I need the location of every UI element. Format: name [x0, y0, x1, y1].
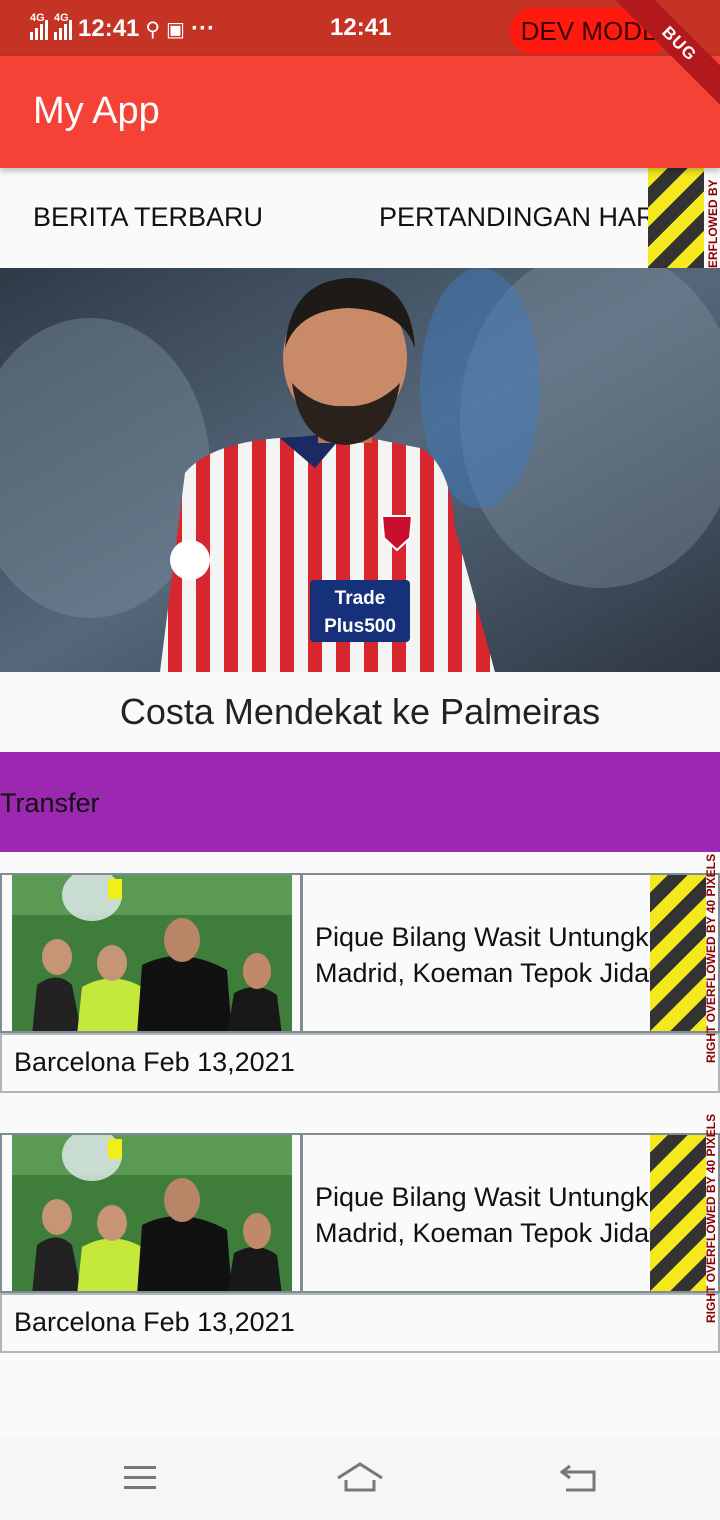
menu-icon	[124, 1466, 156, 1489]
home-icon	[337, 1462, 383, 1492]
news-meta: Barcelona Feb 13,2021	[0, 1293, 720, 1353]
status-time: 12:41	[78, 15, 140, 42]
overflow-label: RIGHT OVERFLOWED BY 40 PIXELS	[704, 853, 718, 1063]
news-card-body: Pique Bilang Wasit Untungkan Madrid, Koe…	[0, 1133, 720, 1293]
usb-icon: ⚲	[145, 18, 161, 41]
referee-photo	[12, 1135, 292, 1291]
football-player-photo: Trade Plus500	[0, 268, 720, 672]
tab-berita-terbaru[interactable]: BERITA TERBARU	[33, 202, 263, 233]
system-nav-bar	[0, 1436, 720, 1520]
news-meta-text: Barcelona Feb 13,2021	[14, 1307, 295, 1337]
news-thumbnail	[12, 1135, 292, 1291]
app-bar: My App	[0, 56, 720, 168]
overflow-label: ERFLOWED BY	[706, 179, 720, 268]
menu-button[interactable]	[110, 1456, 170, 1500]
more-notifications: ···	[190, 15, 215, 42]
signal-icon: 4G	[54, 12, 72, 40]
news-meta-text: Barcelona Feb 13,2021	[14, 1047, 295, 1077]
headline-title[interactable]: Costa Mendekat ke Palmeiras	[0, 672, 720, 752]
network-label: 4G	[30, 12, 45, 24]
news-thumbnail	[12, 875, 292, 1031]
category-bar: Transfer	[0, 752, 720, 852]
card-divider	[300, 875, 303, 1031]
overflow-indicator	[648, 168, 704, 268]
headline-image[interactable]: Trade Plus500	[0, 268, 720, 672]
status-left: 4G 4G 12:41 ⚲ ▣ ···	[30, 12, 215, 44]
news-card-body: Pique Bilang Wasit Untungkan Madrid, Koe…	[0, 873, 720, 1033]
app-title: My App	[33, 90, 160, 132]
news-card[interactable]: Pique Bilang Wasit Untungkan Madrid, Koe…	[0, 854, 720, 1093]
overflow-label: RIGHT OVERFLOWED BY 40 PIXELS	[704, 1113, 718, 1323]
notification-icon: ▣	[166, 18, 185, 41]
status-clock: 12:41	[330, 14, 392, 41]
news-card[interactable]: Pique Bilang Wasit Untungkan Madrid, Koe…	[0, 1114, 720, 1353]
news-meta: Barcelona Feb 13,2021	[0, 1033, 720, 1093]
svg-text:Plus500: Plus500	[324, 616, 396, 637]
status-bar: 4G 4G 12:41 ⚲ ▣ ··· 12:41 DEV MODE	[0, 0, 720, 56]
signal-icon: 4G	[30, 12, 48, 40]
overflow-indicator	[650, 1135, 706, 1291]
tab-bar: BERITA TERBARU PERTANDINGAN HARI INI ERF…	[0, 168, 720, 268]
referee-photo	[12, 875, 292, 1031]
home-button[interactable]	[330, 1456, 390, 1500]
overflow-indicator	[650, 875, 706, 1031]
network-label: 4G	[54, 12, 69, 24]
card-divider	[300, 1135, 303, 1291]
sponsor-text: Trade	[335, 588, 386, 609]
back-icon	[559, 1464, 596, 1492]
back-button[interactable]	[550, 1456, 610, 1500]
category-label[interactable]: Transfer	[0, 788, 100, 819]
